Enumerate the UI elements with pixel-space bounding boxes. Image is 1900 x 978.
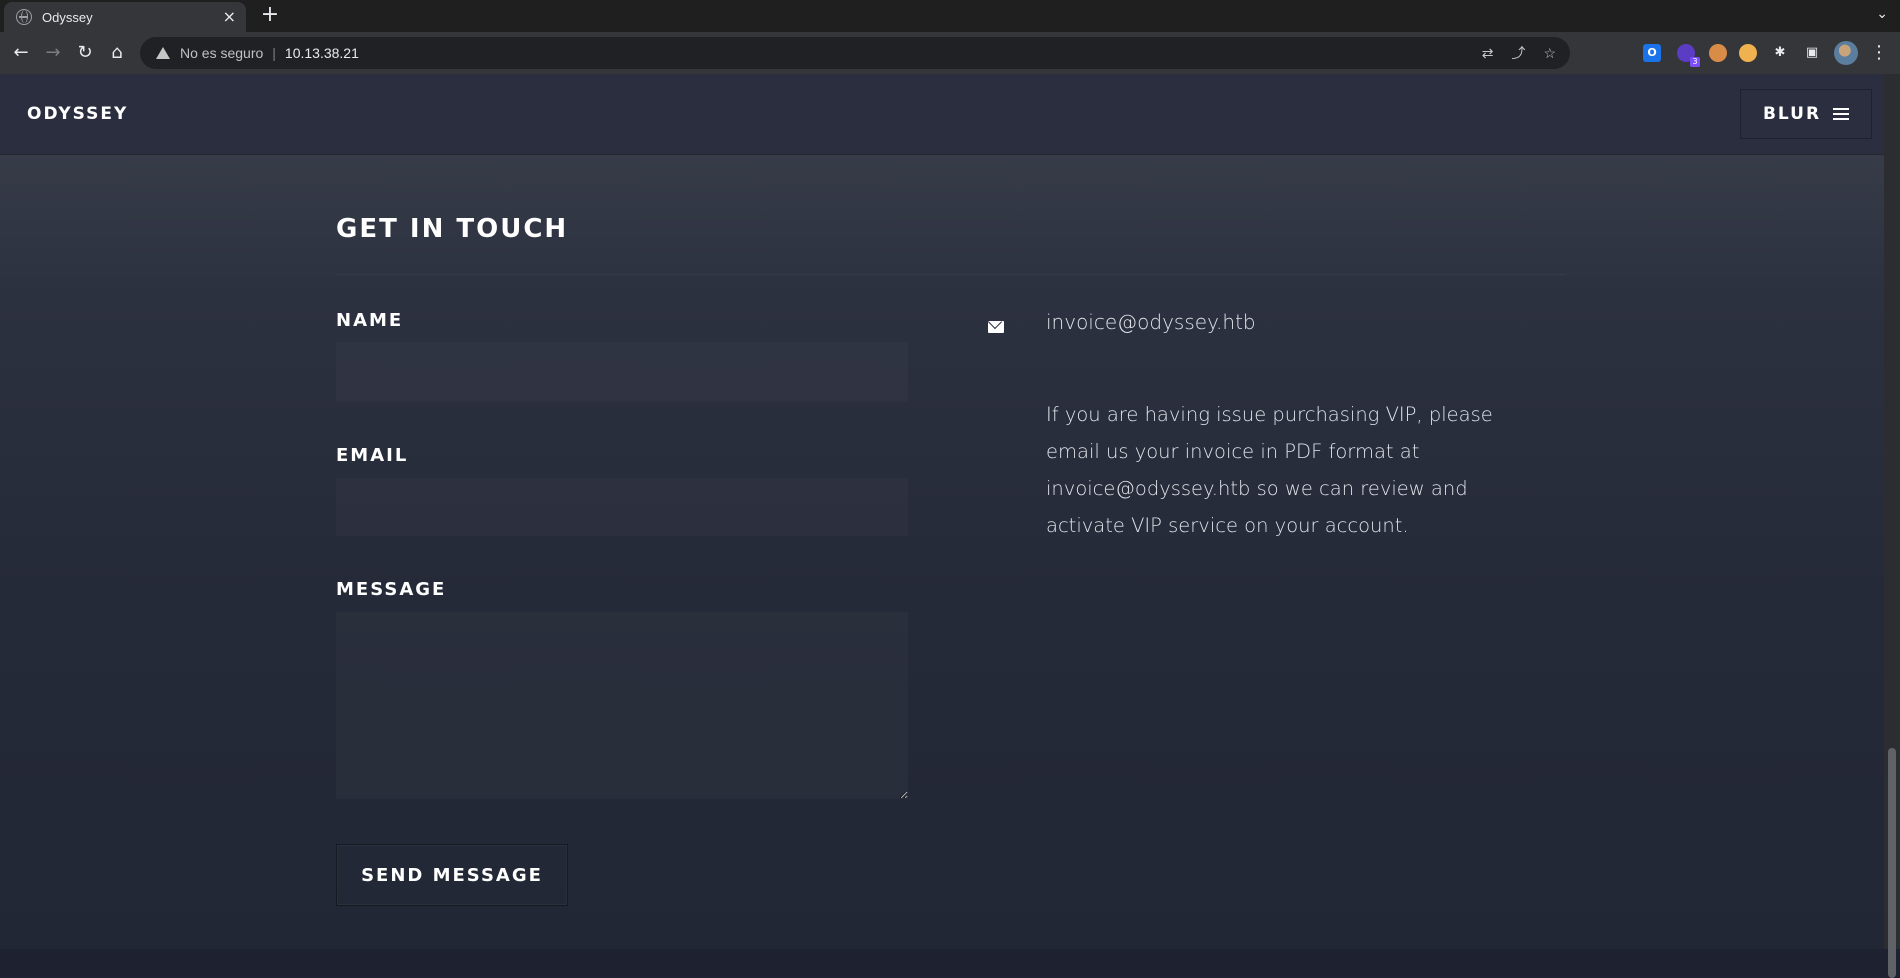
section-divider: [336, 274, 1566, 275]
site-header: ODYSSEY BLUR: [0, 74, 1884, 154]
forward-button[interactable]: →: [40, 40, 66, 66]
menu-label: BLUR: [1762, 104, 1822, 124]
url-text[interactable]: 10.13.38.21: [285, 45, 1464, 61]
outlook-extension-icon[interactable]: O: [1643, 44, 1661, 62]
browser-menu-button[interactable]: ⋮: [1870, 42, 1888, 63]
hamburger-icon: [1833, 107, 1850, 121]
contact-note: If you are having issue purchasing VIP, …: [1046, 403, 1493, 537]
message-label: MESSAGE: [336, 579, 447, 600]
reload-button[interactable]: ↻: [72, 40, 98, 66]
page-viewport: ODYSSEY BLUR GET IN TOUCH NAME EMAIL MES…: [0, 74, 1884, 949]
cookie-editor-extension-icon[interactable]: [1739, 44, 1757, 62]
message-textarea[interactable]: [336, 612, 908, 799]
puzzle-extensions-icon[interactable]: ✱: [1771, 44, 1789, 62]
profile-avatar[interactable]: [1834, 41, 1858, 65]
menu-toggle-button[interactable]: BLUR: [1740, 89, 1872, 139]
home-button[interactable]: ⌂: [104, 40, 130, 66]
name-label: NAME: [336, 310, 404, 331]
send-message-button[interactable]: SEND MESSAGE: [336, 844, 568, 906]
back-button[interactable]: ←: [8, 40, 34, 66]
envelope-icon: [988, 321, 1004, 333]
warning-icon[interactable]: [156, 47, 170, 59]
extension-badge: 3: [1690, 57, 1700, 67]
scrollbar-thumb[interactable]: [1888, 748, 1896, 978]
share-icon[interactable]: ⤴: [1511, 43, 1525, 63]
globe-icon: [16, 9, 32, 25]
cookie-extension-icon[interactable]: [1709, 44, 1727, 62]
browser-tab-strip: Odyssey × + ⌄: [0, 0, 1900, 32]
browser-tab[interactable]: Odyssey ×: [4, 2, 246, 32]
translate-icon[interactable]: ⇄: [1482, 45, 1494, 62]
section-title: GET IN TOUCH: [336, 214, 569, 244]
tab-close-button[interactable]: ×: [223, 9, 236, 25]
site-logo[interactable]: ODYSSEY: [27, 104, 128, 124]
address-bar[interactable]: No es seguro | 10.13.38.21 ⇄ ⤴ ☆: [140, 37, 1570, 69]
page-scrollbar[interactable]: [1884, 74, 1900, 978]
new-tab-button[interactable]: +: [258, 4, 282, 28]
tab-search-button[interactable]: ⌄: [1876, 6, 1888, 22]
contact-email: invoice@odyssey.htb: [1046, 310, 1256, 334]
name-input[interactable]: [336, 342, 908, 402]
side-panel-icon[interactable]: ▣: [1803, 44, 1821, 62]
star-icon[interactable]: ☆: [1543, 45, 1556, 62]
purple-extension-icon[interactable]: 3: [1677, 44, 1700, 67]
address-separator: |: [272, 45, 276, 61]
security-status[interactable]: No es seguro: [180, 45, 263, 61]
email-input[interactable]: [336, 478, 908, 536]
browser-toolbar: ← → ↻ ⌂ No es seguro | 10.13.38.21 ⇄ ⤴ ☆…: [0, 32, 1900, 74]
tab-title: Odyssey: [42, 9, 93, 25]
email-label: EMAIL: [336, 445, 409, 466]
